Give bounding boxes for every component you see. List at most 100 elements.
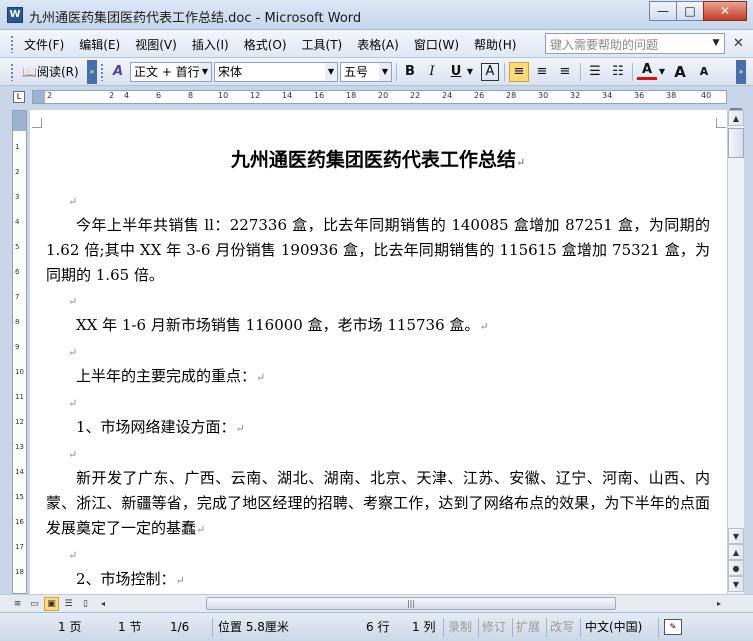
vertical-scroll-thumb[interactable] xyxy=(728,128,744,158)
menu-help[interactable]: 帮助(H) xyxy=(474,36,516,53)
scroll-left-arrow-icon[interactable]: ◂ xyxy=(96,597,110,611)
vruler-number: 1 xyxy=(15,143,20,151)
paragraph-mark-icon: ↵ xyxy=(68,346,78,359)
crop-mark xyxy=(716,118,726,128)
ruler-number: 28 xyxy=(506,91,517,100)
menu-view[interactable]: 视图(V) xyxy=(135,36,177,53)
word-app-icon[interactable]: W xyxy=(7,7,23,23)
document-body[interactable]: 九州通医药集团医药代表工作总结↵ ↵ 今年上半年共销售 ll：227336 盒，… xyxy=(46,146,710,593)
align-right-button[interactable]: ≡ xyxy=(555,62,575,82)
status-line[interactable]: 6 行 xyxy=(366,619,389,636)
ruler-number: 10 xyxy=(218,91,229,100)
reading-layout-view-icon[interactable]: ▯ xyxy=(78,597,93,611)
menu-items: 文件(F) 编辑(E) 视图(V) 插入(I) 格式(O) 工具(T) 表格(A… xyxy=(24,36,531,53)
status-track-changes[interactable]: 修订 xyxy=(482,619,506,636)
vertical-ruler-top-margin xyxy=(13,111,26,131)
toolbar-grip-handle[interactable] xyxy=(10,63,14,81)
status-page-of[interactable]: 1/6 xyxy=(170,619,189,636)
paragraph-mark-icon: ↵ xyxy=(256,371,266,384)
minimize-button[interactable]: — xyxy=(649,1,677,21)
vruler-number: 17 xyxy=(15,543,24,551)
scroll-right-arrow-icon[interactable]: ▸ xyxy=(712,597,726,611)
font-size-dropdown-icon[interactable]: ▼ xyxy=(379,63,391,81)
vertical-ruler[interactable]: 1 2 3 4 5 6 7 8 9 10 11 12 13 14 15 16 1… xyxy=(12,110,27,594)
toolbar-grip-handle-2[interactable] xyxy=(100,63,104,81)
font-size-combo[interactable]: 五号 ▼ xyxy=(340,62,392,82)
menu-file[interactable]: 文件(F) xyxy=(24,36,64,53)
ruler-number: 34 xyxy=(602,91,613,100)
font-color-button[interactable]: A xyxy=(637,62,657,80)
status-record-macro[interactable]: 录制 xyxy=(448,619,472,636)
web-layout-view-icon[interactable]: ▭ xyxy=(27,597,42,611)
style-combo[interactable]: 正文 + 首行 ▼ xyxy=(130,62,212,82)
empty-paragraph: ↵ xyxy=(46,542,710,567)
maximize-button[interactable]: □ xyxy=(676,1,704,21)
help-dropdown-icon[interactable]: ▼ xyxy=(709,34,723,53)
outline-view-icon[interactable]: ☰ xyxy=(61,597,76,611)
toolbar-overflow-chevron-icon-2[interactable]: » xyxy=(736,60,746,84)
ruler-number: 32 xyxy=(570,91,581,100)
paragraph-markets: XX 年 1-6 月新市场销售 116000 盒，老市场 115736 盒。↵ xyxy=(76,316,489,334)
status-column[interactable]: 1 列 xyxy=(412,619,435,636)
status-separator xyxy=(478,618,479,637)
font-color-dropdown-icon[interactable]: ▼ xyxy=(657,62,667,82)
align-center-button[interactable]: ≡ xyxy=(532,62,552,82)
status-position[interactable]: 位置 5.8厘米 xyxy=(218,619,289,636)
paragraph-mark-icon: ↵ xyxy=(515,156,526,169)
style-dropdown-icon[interactable]: ▼ xyxy=(199,63,211,81)
italic-button[interactable]: I xyxy=(422,62,442,82)
scroll-down-arrow-icon[interactable]: ▼ xyxy=(728,528,744,544)
status-page[interactable]: 1 页 xyxy=(58,619,81,636)
help-search-input[interactable]: 键入需要帮助的问题 xyxy=(545,33,725,54)
menu-tools[interactable]: 工具(T) xyxy=(302,36,343,53)
underline-dropdown-icon[interactable]: ▼ xyxy=(465,62,475,82)
bullets-button[interactable]: ☷ xyxy=(608,62,628,82)
paragraph-mark-icon: ↵ xyxy=(68,448,78,461)
character-border-button[interactable]: A xyxy=(481,63,499,81)
font-dropdown-icon[interactable]: ▼ xyxy=(325,63,337,81)
menu-grip-handle[interactable] xyxy=(10,35,14,53)
font-combo[interactable]: 宋体 ▼ xyxy=(214,62,338,82)
document-page[interactable]: 九州通医药集团医药代表工作总结↵ ↵ 今年上半年共销售 ll：227336 盒，… xyxy=(30,110,727,594)
underline-button[interactable]: U xyxy=(446,62,466,82)
select-browse-object-icon[interactable]: ● xyxy=(728,560,744,576)
vruler-number: 2 xyxy=(15,168,20,176)
ruler-number: 16 xyxy=(314,91,325,100)
status-section[interactable]: 1 节 xyxy=(118,619,141,636)
vruler-number: 16 xyxy=(15,518,24,526)
next-page-icon[interactable]: ▼ xyxy=(728,576,744,592)
spelling-grammar-status-icon[interactable]: ✎ xyxy=(664,619,682,635)
vruler-number: 18 xyxy=(15,568,24,576)
close-document-button[interactable]: ✕ xyxy=(733,36,744,51)
close-button[interactable]: ✕ xyxy=(703,1,747,21)
vruler-number: 15 xyxy=(15,493,24,501)
menu-format[interactable]: 格式(O) xyxy=(244,36,287,53)
toolbar-overflow-chevron-icon[interactable]: » xyxy=(87,60,97,84)
menu-table[interactable]: 表格(A) xyxy=(357,36,399,53)
menu-edit[interactable]: 编辑(E) xyxy=(79,36,120,53)
horizontal-ruler[interactable]: 2 2 4 6 8 10 12 14 16 18 20 22 24 26 28 … xyxy=(32,90,727,104)
empty-paragraph: ↵ xyxy=(46,390,710,415)
horizontal-scroll-thumb[interactable]: ||| xyxy=(206,597,616,610)
tab-stop-selector-icon[interactable]: L xyxy=(13,91,25,103)
normal-view-icon[interactable]: ≡ xyxy=(10,597,25,611)
menu-insert[interactable]: 插入(I) xyxy=(192,36,229,53)
styles-pane-icon[interactable]: A xyxy=(108,62,128,82)
numbering-button[interactable]: ☰ xyxy=(585,62,605,82)
print-layout-view-icon[interactable]: ▣ xyxy=(44,597,59,611)
ruler-number: 12 xyxy=(250,91,261,100)
paragraph-mark-icon: ↵ xyxy=(196,523,206,536)
empty-paragraph: ↵ xyxy=(46,339,710,364)
scroll-up-arrow-icon[interactable]: ▲ xyxy=(728,110,744,126)
status-extend-selection[interactable]: 扩展 xyxy=(516,619,540,636)
grow-font-button[interactable]: A xyxy=(670,62,690,82)
align-left-button[interactable]: ≡ xyxy=(509,62,529,82)
previous-page-icon[interactable]: ▲ xyxy=(728,544,744,560)
vertical-scrollbar[interactable]: ▲ ▼ ▲ ● ▼ xyxy=(727,110,744,594)
menu-window[interactable]: 窗口(W) xyxy=(414,36,459,53)
shrink-font-button[interactable]: A xyxy=(694,62,714,82)
reading-mode-button[interactable]: 📖阅读(R) xyxy=(22,62,79,82)
status-language[interactable]: 中文(中国) xyxy=(585,619,642,636)
bold-button[interactable]: B xyxy=(400,62,420,82)
status-overtype[interactable]: 改写 xyxy=(550,619,574,636)
